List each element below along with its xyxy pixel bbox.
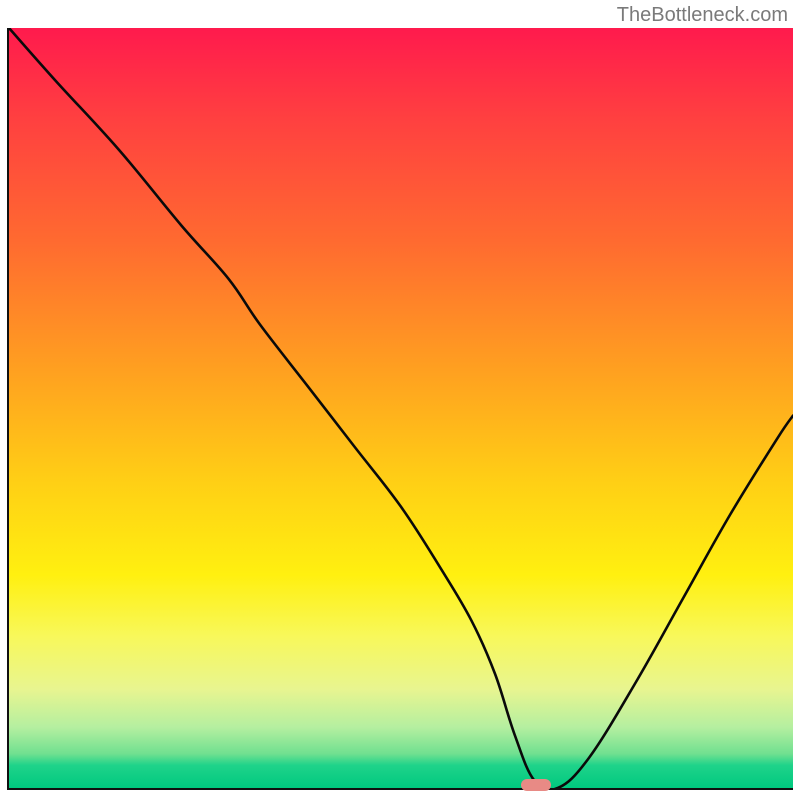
optimum-marker — [521, 779, 551, 791]
curve-svg — [9, 28, 793, 788]
plot-area — [7, 28, 793, 790]
chart-container: TheBottleneck.com — [0, 0, 800, 800]
watermark-text: TheBottleneck.com — [617, 4, 788, 27]
bottleneck-curve — [9, 28, 793, 788]
